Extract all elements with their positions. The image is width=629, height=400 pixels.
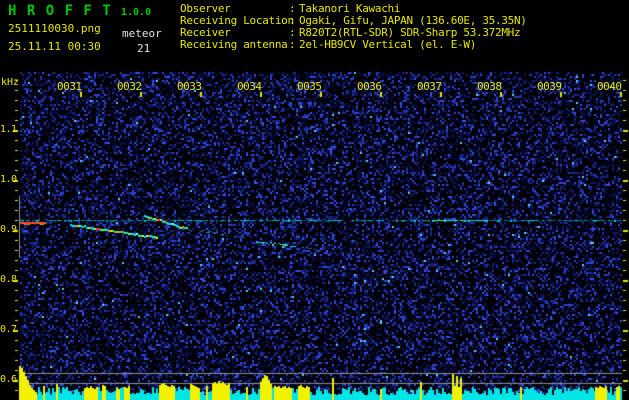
info-value: 2el-HB9CV Vertical (el. E-W) xyxy=(299,38,477,51)
time-tick-label: 0034 xyxy=(237,80,262,93)
mode-label: meteor xyxy=(122,27,162,40)
freq-tick-label: 0.6 xyxy=(0,374,17,385)
time-tick-label: 0035 xyxy=(297,80,322,93)
time-tick-label: 0033 xyxy=(177,80,202,93)
info-row: Receiving antenna:2el-HB9CV Vertical (el… xyxy=(180,39,527,51)
time-tick-label: 0037 xyxy=(417,80,442,93)
station-info-block: Observer: Takanori Kawachi Receiving Locat… xyxy=(180,3,527,51)
freq-tick-label: 0.7 xyxy=(0,324,17,335)
app-title: H R O F F T xyxy=(8,3,112,19)
time-tick-label: 0038 xyxy=(477,80,502,93)
time-tick-label: 0039 xyxy=(537,80,562,93)
time-tick-label: 0031 xyxy=(57,80,82,93)
time-tick-label: 0036 xyxy=(357,80,382,93)
spectrogram-canvas xyxy=(0,0,629,400)
datetime-label: 25.11.11 00:30 xyxy=(8,40,101,53)
hrofft-window: H R O F F T 1.0.0 2511110030.png meteor … xyxy=(0,0,629,400)
freq-axis-unit: kHz xyxy=(1,77,20,88)
time-tick-label: 0040 xyxy=(597,80,622,93)
freq-tick-label: 0.9 xyxy=(0,224,17,235)
echo-count: 21 xyxy=(137,42,151,55)
time-tick-label: 0032 xyxy=(117,80,142,93)
freq-tick-label: 1.1 xyxy=(0,124,17,135)
freq-tick-label: 0.8 xyxy=(0,274,17,285)
info-label: Receiving antenna xyxy=(180,38,288,51)
app-version: 1.0.0 xyxy=(121,7,152,18)
info-separator: : xyxy=(289,38,296,51)
freq-tick-label: 1.0 xyxy=(0,174,17,185)
output-filename: 2511110030.png xyxy=(8,22,101,35)
